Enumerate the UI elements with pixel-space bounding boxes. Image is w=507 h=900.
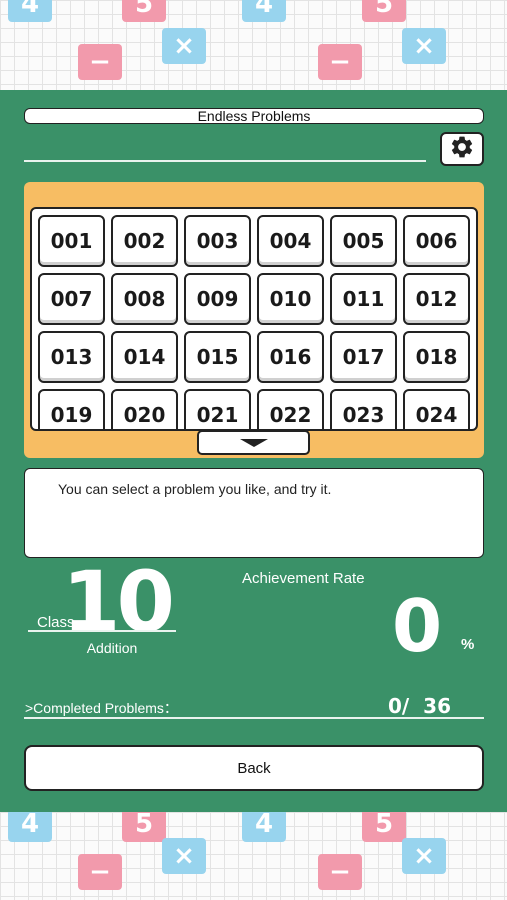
page-title: Endless Problems bbox=[24, 108, 484, 124]
problem-button[interactable]: 006 bbox=[403, 215, 470, 267]
bg-tile: − bbox=[78, 44, 122, 80]
problem-button[interactable]: 018 bbox=[403, 331, 470, 383]
bg-tile: − bbox=[318, 44, 362, 80]
bg-tile: 4 bbox=[242, 0, 286, 22]
problem-button[interactable]: 001 bbox=[38, 215, 105, 267]
achievement-label: Achievement Rate bbox=[242, 570, 365, 587]
problem-button[interactable]: 019 bbox=[38, 389, 105, 429]
problem-button[interactable]: 011 bbox=[330, 273, 397, 325]
bg-tile: × bbox=[162, 838, 206, 874]
description-text: You can select a problem you like, and t… bbox=[58, 481, 332, 497]
back-button[interactable]: Back bbox=[24, 745, 484, 791]
problem-button[interactable]: 005 bbox=[330, 215, 397, 267]
problem-button[interactable]: 024 bbox=[403, 389, 470, 429]
class-underline bbox=[28, 630, 176, 632]
completed-underline bbox=[24, 717, 484, 719]
problem-button[interactable]: 022 bbox=[257, 389, 324, 429]
problem-button[interactable]: 021 bbox=[184, 389, 251, 429]
problem-button[interactable]: 014 bbox=[111, 331, 178, 383]
problem-button[interactable]: 012 bbox=[403, 273, 470, 325]
bg-tile: × bbox=[162, 28, 206, 64]
problem-button[interactable]: 016 bbox=[257, 331, 324, 383]
problem-grid[interactable]: 001 002 003 004 005 006 007 008 009 010 … bbox=[30, 207, 478, 431]
bg-tile: × bbox=[402, 28, 446, 64]
bg-tile: 4 bbox=[8, 0, 52, 22]
problem-button[interactable]: 009 bbox=[184, 273, 251, 325]
arrow-down-icon bbox=[239, 438, 268, 447]
achievement-unit: % bbox=[461, 636, 475, 653]
problem-button[interactable]: 013 bbox=[38, 331, 105, 383]
problem-button[interactable]: 015 bbox=[184, 331, 251, 383]
problem-button[interactable]: 007 bbox=[38, 273, 105, 325]
problem-button[interactable]: 002 bbox=[111, 215, 178, 267]
problem-button[interactable]: 017 bbox=[330, 331, 397, 383]
achievement-value: 0 bbox=[392, 584, 443, 668]
class-category: Addition bbox=[86, 640, 138, 656]
settings-button[interactable] bbox=[440, 132, 484, 166]
title-underline bbox=[24, 160, 426, 162]
problem-button[interactable]: 003 bbox=[184, 215, 251, 267]
bg-tile: − bbox=[78, 854, 122, 890]
problem-button[interactable]: 020 bbox=[111, 389, 178, 429]
completed-value: 0/ 36 bbox=[388, 694, 451, 718]
completed-label: >Completed Problems： bbox=[25, 700, 178, 716]
bg-tile: × bbox=[402, 838, 446, 874]
gear-icon bbox=[449, 134, 475, 165]
bg-tile: − bbox=[318, 854, 362, 890]
problem-button[interactable]: 023 bbox=[330, 389, 397, 429]
bg-tile: 5 bbox=[362, 0, 406, 22]
problem-button[interactable]: 004 bbox=[257, 215, 324, 267]
description-box: You can select a problem you like, and t… bbox=[24, 468, 484, 558]
problem-button[interactable]: 010 bbox=[257, 273, 324, 325]
problem-button[interactable]: 008 bbox=[111, 273, 178, 325]
bg-tile: 5 bbox=[122, 0, 166, 22]
scroll-down-button[interactable] bbox=[197, 430, 310, 455]
